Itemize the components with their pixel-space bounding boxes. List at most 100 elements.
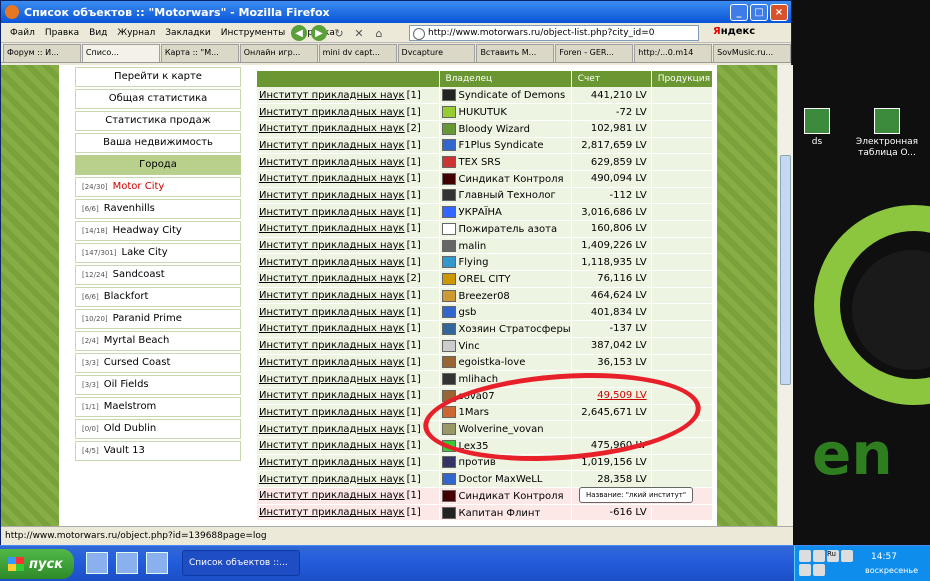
- owner-name[interactable]: Breezer08: [459, 291, 510, 302]
- object-link[interactable]: Институт прикладных наук: [259, 257, 405, 268]
- owner-name[interactable]: Капитан Флинт: [459, 508, 541, 519]
- tab[interactable]: Dvcapture: [397, 44, 476, 62]
- object-link[interactable]: Институт прикладных наук: [259, 223, 405, 234]
- yandex-search-logo[interactable]: Яндекс: [713, 26, 755, 37]
- menu-file[interactable]: Файл: [5, 28, 40, 38]
- city-item[interactable]: [6/6] Blackfort: [75, 287, 241, 307]
- object-link[interactable]: Институт прикладных наук: [259, 123, 405, 134]
- owner-name[interactable]: Lex35: [459, 441, 489, 452]
- owner-name[interactable]: Пожиратель азота: [459, 224, 558, 235]
- object-link[interactable]: Институт прикладных наук: [259, 140, 405, 151]
- city-item[interactable]: [12/24] Sandcoast: [75, 265, 241, 285]
- owner-name[interactable]: Vinc: [459, 341, 480, 352]
- tray-icon[interactable]: [799, 550, 811, 562]
- city-item[interactable]: [0/0] Old Dublin: [75, 419, 241, 439]
- city-item[interactable]: [3/3] Oil Fields: [75, 375, 241, 395]
- object-link[interactable]: Институт прикладных наук: [259, 273, 405, 284]
- owner-name[interactable]: УКРАЇНА: [459, 207, 502, 218]
- city-item[interactable]: [1/1] Maelstrom: [75, 397, 241, 417]
- maximize-button[interactable]: □: [750, 3, 768, 21]
- object-link[interactable]: Институт прикладных наук: [259, 474, 405, 485]
- menu-history[interactable]: Журнал: [112, 28, 160, 38]
- tab[interactable]: mini dv capt...: [318, 44, 397, 62]
- owner-name[interactable]: Syndicate of Demons: [459, 90, 566, 101]
- vertical-scrollbar[interactable]: [777, 65, 793, 526]
- sidebar-link[interactable]: Общая статистика: [75, 89, 241, 109]
- taskbar-window-button[interactable]: Список объектов ::...: [182, 550, 300, 576]
- media-icon[interactable]: [146, 552, 168, 574]
- object-link[interactable]: Институт прикладных наук: [259, 207, 405, 218]
- object-link[interactable]: Институт прикладных наук: [259, 440, 405, 451]
- city-item[interactable]: [14/18] Headway City: [75, 221, 241, 241]
- owner-name[interactable]: OREL CITY: [459, 274, 511, 285]
- owner-name[interactable]: 1Mars: [459, 407, 489, 418]
- city-item[interactable]: [2/4] Myrtal Beach: [75, 331, 241, 351]
- explorer-icon[interactable]: [116, 552, 138, 574]
- owner-name[interactable]: Синдикат Контроля: [459, 174, 564, 185]
- tray-icon[interactable]: [813, 564, 825, 576]
- object-link[interactable]: Институт прикладных наук: [259, 457, 405, 468]
- tab[interactable]: Списо...: [81, 44, 160, 62]
- owner-name[interactable]: sova07: [459, 391, 495, 402]
- desktop-icon-partial[interactable]: ds: [792, 108, 852, 148]
- tray-icon[interactable]: [799, 564, 811, 576]
- object-link[interactable]: Институт прикладных наук: [259, 290, 405, 301]
- forward-button[interactable]: ▶: [311, 25, 327, 41]
- sidebar-link[interactable]: Перейти к карте: [75, 67, 241, 87]
- owner-name[interactable]: Doctor MaxWeLL: [459, 474, 543, 485]
- city-item[interactable]: [24/30] Motor City: [75, 177, 241, 197]
- object-link[interactable]: Институт прикладных наук: [259, 390, 405, 401]
- back-button[interactable]: ◀: [291, 25, 307, 41]
- tray-lang-icon[interactable]: Ru: [827, 550, 839, 562]
- menu-tools[interactable]: Инструменты: [216, 28, 290, 38]
- minimize-button[interactable]: _: [730, 3, 748, 21]
- owner-name[interactable]: Главный Технолог: [459, 190, 556, 201]
- sidebar-link[interactable]: Ваша недвижимость: [75, 133, 241, 153]
- menu-bookmarks[interactable]: Закладки: [160, 28, 216, 38]
- object-link[interactable]: Институт прикладных наук: [259, 190, 405, 201]
- tab[interactable]: http:/...0.m14: [634, 44, 713, 62]
- reload-icon[interactable]: ↻: [331, 25, 347, 41]
- desktop-icon-spreadsheet[interactable]: Электронная таблица O...: [852, 108, 922, 159]
- object-link[interactable]: Институт прикладных наук: [259, 424, 405, 435]
- tab[interactable]: Вставить М...: [476, 44, 555, 62]
- owner-name[interactable]: Bloody Wizard: [459, 124, 530, 135]
- owner-name[interactable]: Wolverine_vovan: [459, 424, 544, 435]
- owner-name[interactable]: gsb: [459, 307, 477, 318]
- object-link[interactable]: Институт прикладных наук: [259, 357, 405, 368]
- object-link[interactable]: Институт прикладных наук: [259, 340, 405, 351]
- owner-name[interactable]: malin: [459, 241, 487, 252]
- tray-icon[interactable]: [841, 550, 853, 562]
- scrollbar-thumb[interactable]: [780, 155, 791, 385]
- object-link[interactable]: Институт прикладных наук: [259, 173, 405, 184]
- object-link[interactable]: Институт прикладных наук: [259, 507, 405, 518]
- address-bar[interactable]: http://www.motorwars.ru/object-list.php?…: [409, 25, 699, 41]
- owner-name[interactable]: Синдикат Контроля: [459, 491, 564, 502]
- tab[interactable]: SovMusic.ru...: [713, 44, 792, 62]
- start-button[interactable]: пуск: [0, 549, 74, 579]
- owner-name[interactable]: egoistka-love: [459, 357, 526, 368]
- stop-icon[interactable]: ✕: [351, 25, 367, 41]
- object-link[interactable]: Институт прикладных наук: [259, 323, 405, 334]
- object-link[interactable]: Институт прикладных наук: [259, 490, 405, 501]
- owner-name[interactable]: HUKUTUK: [459, 107, 507, 118]
- object-link[interactable]: Институт прикладных наук: [259, 307, 405, 318]
- tab[interactable]: Онлайн игр...: [239, 44, 318, 62]
- owner-name[interactable]: F1Plus Syndicate: [459, 140, 544, 151]
- show-desktop-icon[interactable]: [86, 552, 108, 574]
- menu-edit[interactable]: Правка: [40, 28, 84, 38]
- tab[interactable]: Foren - GER...: [555, 44, 634, 62]
- object-link[interactable]: Институт прикладных наук: [259, 374, 405, 385]
- close-button[interactable]: ×: [770, 3, 788, 21]
- object-link[interactable]: Институт прикладных наук: [259, 407, 405, 418]
- object-link[interactable]: Институт прикладных наук: [259, 90, 405, 101]
- tab[interactable]: Форум :: И...: [3, 44, 81, 62]
- tray-icon[interactable]: [813, 550, 825, 562]
- tab[interactable]: Карта :: "М...: [160, 44, 239, 62]
- city-item[interactable]: [147/301] Lake City: [75, 243, 241, 263]
- owner-name[interactable]: против: [459, 457, 496, 468]
- city-item[interactable]: [4/5] Vault 13: [75, 441, 241, 461]
- object-link[interactable]: Институт прикладных наук: [259, 240, 405, 251]
- sidebar-link[interactable]: Статистика продаж: [75, 111, 241, 131]
- home-icon[interactable]: ⌂: [371, 25, 387, 41]
